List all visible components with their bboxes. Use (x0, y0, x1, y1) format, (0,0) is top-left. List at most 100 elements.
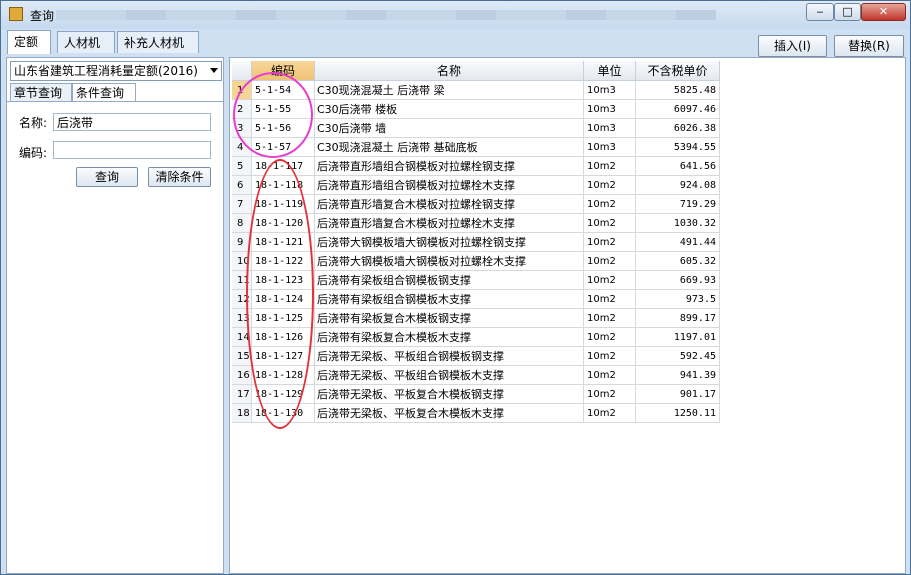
row-7-name[interactable]: 后浇带直形墙复合木模板对拉螺栓钢支撑 (315, 195, 584, 214)
subtab-condition-query[interactable]: 条件查询 (72, 83, 136, 101)
row-8-name[interactable]: 后浇带直形墙复合木模板对拉螺栓木支撑 (315, 214, 584, 233)
row-15-name[interactable]: 后浇带无梁板、平板组合钢模板钢支撑 (315, 347, 584, 366)
row-8-number[interactable]: 8 (232, 214, 252, 233)
row-10-price[interactable]: 605.32 (636, 252, 720, 271)
row-17-price[interactable]: 901.17 (636, 385, 720, 404)
row-16-number[interactable]: 16 (232, 366, 252, 385)
row-12-unit[interactable]: 10m2 (584, 290, 636, 309)
row-7-unit[interactable]: 10m2 (584, 195, 636, 214)
row-11-unit[interactable]: 10m2 (584, 271, 636, 290)
row-4-number[interactable]: 4 (232, 138, 252, 157)
tab-dinge[interactable]: 定额 (7, 30, 51, 54)
row-3-name[interactable]: C30后浇带 墙 (315, 119, 584, 138)
row-6-code[interactable]: 18-1-118 (252, 176, 315, 195)
tab-rencaiji[interactable]: 人材机 (57, 31, 115, 53)
row-18-code[interactable]: 18-1-130 (252, 404, 315, 423)
row-10-name[interactable]: 后浇带大钢模板墙大钢模板对拉螺栓木支撑 (315, 252, 584, 271)
clear-conditions-button[interactable]: 清除条件 (148, 167, 211, 187)
row-12-code[interactable]: 18-1-124 (252, 290, 315, 309)
row-7-price[interactable]: 719.29 (636, 195, 720, 214)
row-3-code[interactable]: 5-1-56 (252, 119, 315, 138)
row-2-code[interactable]: 5-1-55 (252, 100, 315, 119)
row-13-name[interactable]: 后浇带有梁板复合木模板钢支撑 (315, 309, 584, 328)
query-button[interactable]: 查询 (76, 167, 138, 187)
row-13-unit[interactable]: 10m2 (584, 309, 636, 328)
row-9-number[interactable]: 9 (232, 233, 252, 252)
row-4-price[interactable]: 5394.55 (636, 138, 720, 157)
row-5-name[interactable]: 后浇带直形墙组合钢模板对拉螺栓钢支撑 (315, 157, 584, 176)
quota-library-select[interactable]: 山东省建筑工程消耗量定额(2016) (10, 61, 222, 81)
row-2-price[interactable]: 6097.46 (636, 100, 720, 119)
row-14-name[interactable]: 后浇带有梁板复合木模板木支撑 (315, 328, 584, 347)
row-6-number[interactable]: 6 (232, 176, 252, 195)
row-16-code[interactable]: 18-1-128 (252, 366, 315, 385)
row-17-unit[interactable]: 10m2 (584, 385, 636, 404)
row-12-number[interactable]: 12 (232, 290, 252, 309)
row-4-name[interactable]: C30现浇混凝土 后浇带 基础底板 (315, 138, 584, 157)
row-15-code[interactable]: 18-1-127 (252, 347, 315, 366)
replace-button[interactable]: 替换(R) (834, 35, 904, 57)
row-12-name[interactable]: 后浇带有梁板组合钢模板木支撑 (315, 290, 584, 309)
row-5-unit[interactable]: 10m2 (584, 157, 636, 176)
row-10-number[interactable]: 10 (232, 252, 252, 271)
row-15-price[interactable]: 592.45 (636, 347, 720, 366)
row-3-price[interactable]: 6026.38 (636, 119, 720, 138)
row-3-number[interactable]: 3 (232, 119, 252, 138)
row-13-price[interactable]: 899.17 (636, 309, 720, 328)
row-3-unit[interactable]: 10m3 (584, 119, 636, 138)
column-code-header[interactable]: 编码 (252, 61, 315, 81)
insert-button[interactable]: 插入(I) (758, 35, 827, 57)
row-11-name[interactable]: 后浇带有梁板组合钢模板钢支撑 (315, 271, 584, 290)
row-16-name[interactable]: 后浇带无梁板、平板组合钢模板木支撑 (315, 366, 584, 385)
row-18-unit[interactable]: 10m2 (584, 404, 636, 423)
row-9-code[interactable]: 18-1-121 (252, 233, 315, 252)
row-9-unit[interactable]: 10m2 (584, 233, 636, 252)
row-18-price[interactable]: 1250.11 (636, 404, 720, 423)
maximize-button[interactable]: □ (834, 3, 861, 21)
row-2-unit[interactable]: 10m3 (584, 100, 636, 119)
row-1-unit[interactable]: 10m3 (584, 81, 636, 100)
row-7-code[interactable]: 18-1-119 (252, 195, 315, 214)
row-15-unit[interactable]: 10m2 (584, 347, 636, 366)
row-14-code[interactable]: 18-1-126 (252, 328, 315, 347)
row-14-price[interactable]: 1197.01 (636, 328, 720, 347)
row-10-unit[interactable]: 10m2 (584, 252, 636, 271)
row-18-name[interactable]: 后浇带无梁板、平板复合木模板木支撑 (315, 404, 584, 423)
code-input[interactable] (53, 141, 211, 159)
row-5-code[interactable]: 18-1-117 (252, 157, 315, 176)
name-input[interactable] (53, 113, 211, 131)
row-8-code[interactable]: 18-1-120 (252, 214, 315, 233)
row-16-price[interactable]: 941.39 (636, 366, 720, 385)
row-11-code[interactable]: 18-1-123 (252, 271, 315, 290)
row-16-unit[interactable]: 10m2 (584, 366, 636, 385)
row-17-name[interactable]: 后浇带无梁板、平板复合木模板钢支撑 (315, 385, 584, 404)
row-13-number[interactable]: 13 (232, 309, 252, 328)
row-5-number[interactable]: 5 (232, 157, 252, 176)
row-1-code[interactable]: 5-1-54 (252, 81, 315, 100)
column-price-header[interactable]: 不含税单价 (636, 61, 720, 81)
row-17-code[interactable]: 18-1-129 (252, 385, 315, 404)
row-4-code[interactable]: 5-1-57 (252, 138, 315, 157)
row-9-name[interactable]: 后浇带大钢模板墙大钢模板对拉螺栓钢支撑 (315, 233, 584, 252)
row-17-number[interactable]: 17 (232, 385, 252, 404)
minimize-button[interactable]: ‒ (806, 3, 834, 21)
column-name-header[interactable]: 名称 (315, 61, 584, 81)
row-1-number[interactable]: 1 (232, 81, 252, 100)
close-button[interactable]: ✕ (861, 3, 906, 21)
row-8-unit[interactable]: 10m2 (584, 214, 636, 233)
row-1-price[interactable]: 5825.48 (636, 81, 720, 100)
row-6-unit[interactable]: 10m2 (584, 176, 636, 195)
row-18-number[interactable]: 18 (232, 404, 252, 423)
row-9-price[interactable]: 491.44 (636, 233, 720, 252)
row-7-number[interactable]: 7 (232, 195, 252, 214)
row-5-price[interactable]: 641.56 (636, 157, 720, 176)
row-11-number[interactable]: 11 (232, 271, 252, 290)
row-6-name[interactable]: 后浇带直形墙组合钢模板对拉螺栓木支撑 (315, 176, 584, 195)
row-14-unit[interactable]: 10m2 (584, 328, 636, 347)
row-14-number[interactable]: 14 (232, 328, 252, 347)
row-2-name[interactable]: C30后浇带 楼板 (315, 100, 584, 119)
row-13-code[interactable]: 18-1-125 (252, 309, 315, 328)
row-1-name[interactable]: C30现浇混凝土 后浇带 梁 (315, 81, 584, 100)
row-8-price[interactable]: 1030.32 (636, 214, 720, 233)
row-6-price[interactable]: 924.08 (636, 176, 720, 195)
